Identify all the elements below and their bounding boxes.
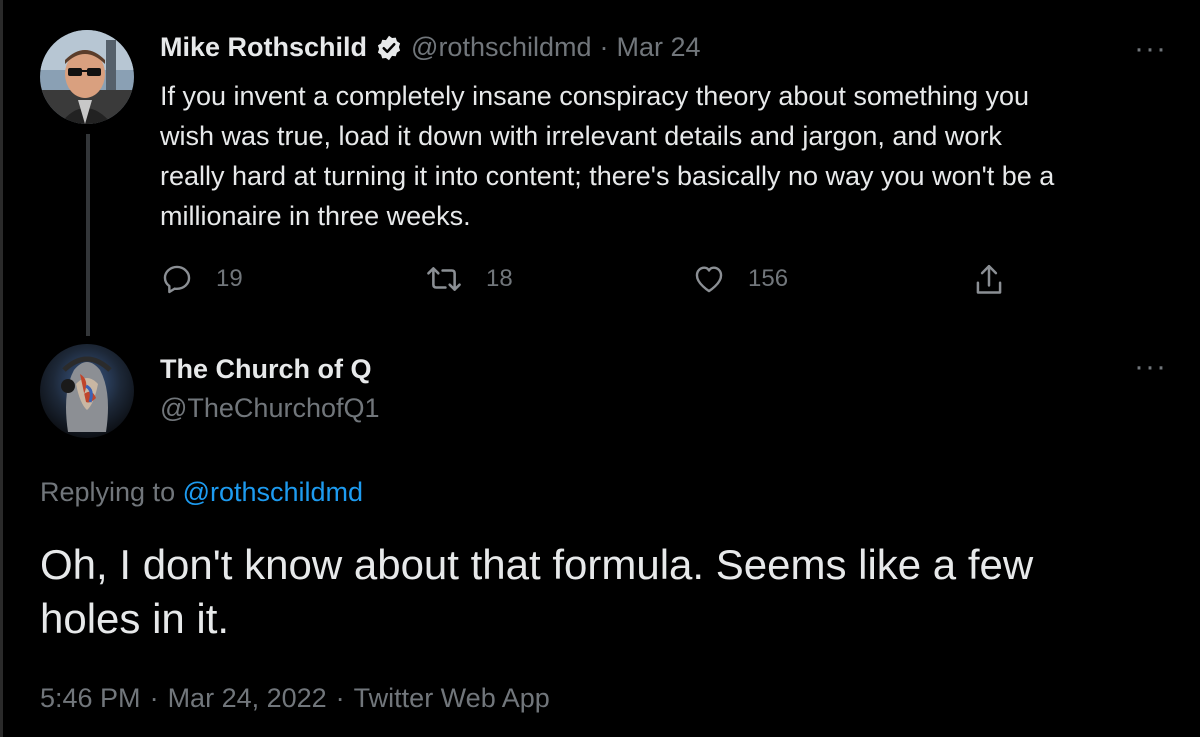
tweet-full-date[interactable]: Mar 24, 2022 <box>168 683 327 714</box>
like-action[interactable]: 156 <box>692 262 788 296</box>
reply-action[interactable]: 19 <box>160 262 243 296</box>
thread-connector-line <box>86 134 90 336</box>
more-icon[interactable]: ··· <box>1134 34 1167 64</box>
author-handle[interactable]: @rothschildmd <box>411 32 591 63</box>
share-icon[interactable] <box>972 262 1006 303</box>
like-icon <box>692 262 726 296</box>
author-name[interactable]: Mike Rothschild <box>160 32 367 63</box>
parent-tweet-line: really hard at turning it into content; … <box>160 161 1055 191</box>
tweet-time[interactable]: 5:46 PM <box>40 683 141 714</box>
tweet-source[interactable]: Twitter Web App <box>354 683 550 714</box>
replying-to-link[interactable]: @rothschildmd <box>183 477 363 507</box>
verified-badge-icon <box>375 34 403 62</box>
meta-separator: · <box>335 683 345 713</box>
like-count: 156 <box>748 265 789 292</box>
reply-tweet-line: Oh, I don't know about that formula. See… <box>40 541 1034 588</box>
reply-author-handle[interactable]: @TheChurchofQ1 <box>160 393 380 424</box>
avatar-mike-rothschild[interactable] <box>40 30 134 124</box>
reply-count: 19 <box>216 265 243 292</box>
retweet-action[interactable]: 18 <box>424 262 513 296</box>
header-separator: · <box>599 32 609 62</box>
reply-tweet-text: Oh, I don't know about that formula. See… <box>40 538 1180 646</box>
avatar-church-of-q[interactable] <box>40 344 134 438</box>
parent-tweet-line: wish was true, load it down with irrelev… <box>160 121 1002 151</box>
parent-tweet-text: If you invent a completely insane conspi… <box>160 76 1190 236</box>
reply-tweet-line: holes in it. <box>40 595 230 642</box>
reply-icon <box>160 262 194 296</box>
parent-tweet-line: millionaire in three weeks. <box>160 201 471 231</box>
tweet-date[interactable]: Mar 24 <box>617 32 701 63</box>
retweet-icon <box>424 262 464 296</box>
parent-tweet-header: Mike Rothschild @rothschildmd · Mar 24 <box>160 32 701 63</box>
more-icon[interactable]: ··· <box>1134 352 1167 382</box>
parent-tweet-line: If you invent a completely insane conspi… <box>160 81 1029 111</box>
tweet-metadata: 5:46 PM · Mar 24, 2022 · Twitter Web App <box>40 683 550 714</box>
replying-to-line: Replying to @rothschildmd <box>40 477 363 508</box>
retweet-count: 18 <box>486 265 513 292</box>
replying-prefix: Replying to <box>40 477 183 507</box>
reply-author-name[interactable]: The Church of Q <box>160 354 372 385</box>
meta-separator: · <box>149 683 159 713</box>
left-edge-divider <box>0 0 3 737</box>
